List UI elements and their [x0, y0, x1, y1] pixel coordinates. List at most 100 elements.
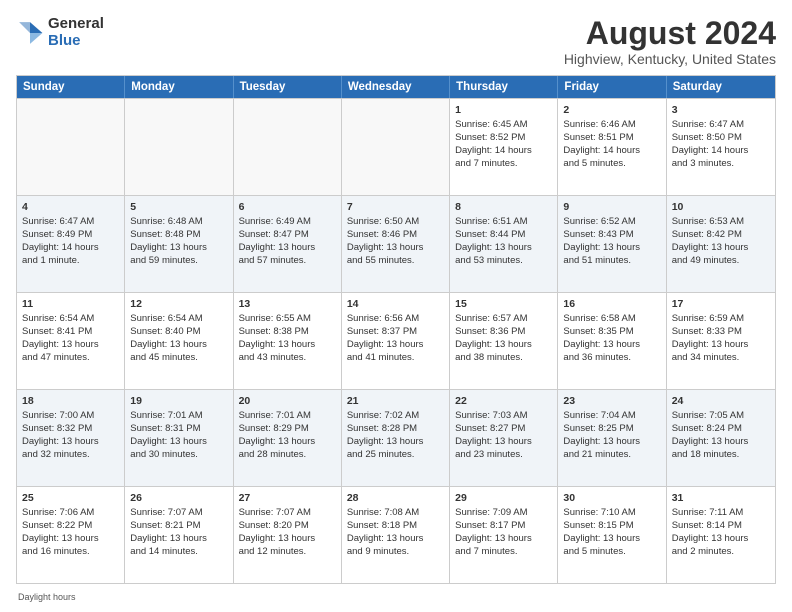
day-number: 23	[563, 394, 660, 408]
day-info-line: Sunrise: 7:09 AM	[455, 507, 552, 520]
day-number: 17	[672, 297, 770, 311]
day-info-line: Sunset: 8:25 PM	[563, 423, 660, 436]
calendar-cell	[125, 99, 233, 195]
day-number: 29	[455, 491, 552, 505]
calendar-cell: 25 Sunrise: 7:06 AMSunset: 8:22 PMDayligh…	[17, 487, 125, 583]
day-info-line: Sunrise: 7:07 AM	[239, 507, 336, 520]
day-info-line: Daylight: 13 hours	[672, 242, 770, 255]
day-info-line: and 59 minutes.	[130, 255, 227, 268]
day-info-line: and 1 minute.	[22, 255, 119, 268]
day-info-line: Sunrise: 6:49 AM	[239, 216, 336, 229]
day-info-line: Sunset: 8:47 PM	[239, 229, 336, 242]
day-info-line: Daylight: 13 hours	[347, 339, 444, 352]
calendar-cell: 12Sunrise: 6:54 AMSunset: 8:40 PMDayligh…	[125, 293, 233, 389]
day-info-line: Daylight: 13 hours	[22, 533, 119, 546]
day-info-line: and 7 minutes.	[455, 158, 552, 171]
day-info-line: Sunrise: 6:58 AM	[563, 313, 660, 326]
day-info-line: Sunset: 8:22 PM	[22, 520, 119, 533]
day-info-line: Sunset: 8:32 PM	[22, 423, 119, 436]
day-info-line: Sunset: 8:27 PM	[455, 423, 552, 436]
day-info-line: Sunrise: 6:45 AM	[455, 119, 552, 132]
day-number: 31	[672, 491, 770, 505]
day-info-line: Sunset: 8:52 PM	[455, 132, 552, 145]
calendar-cell: 8Sunrise: 6:51 AMSunset: 8:44 PMDaylight…	[450, 196, 558, 292]
day-info-line: and 9 minutes.	[347, 546, 444, 559]
calendar-cell: 11Sunrise: 6:54 AMSunset: 8:41 PMDayligh…	[17, 293, 125, 389]
day-info-line: Sunrise: 7:03 AM	[455, 410, 552, 423]
day-info-line: Sunrise: 6:54 AM	[22, 313, 119, 326]
day-info-line: Daylight: 13 hours	[239, 339, 336, 352]
day-info-line: and 3 minutes.	[672, 158, 770, 171]
day-info-line: and 5 minutes.	[563, 546, 660, 559]
calendar-cell: 4Sunrise: 6:47 AMSunset: 8:49 PMDaylight…	[17, 196, 125, 292]
day-info-line: and 28 minutes.	[239, 449, 336, 462]
day-info-line: Daylight: 13 hours	[455, 436, 552, 449]
calendar-header-cell: Saturday	[667, 76, 775, 98]
day-info-line: and 55 minutes.	[347, 255, 444, 268]
day-info-line: Sunrise: 6:57 AM	[455, 313, 552, 326]
day-info-line: Sunset: 8:20 PM	[239, 520, 336, 533]
calendar-cell: 26Sunrise: 7:07 AMSunset: 8:21 PMDayligh…	[125, 487, 233, 583]
day-info-line: Daylight: 13 hours	[239, 242, 336, 255]
calendar-cell: 1 Sunrise: 6:45 AMSunset: 8:52 PMDaylight…	[450, 99, 558, 195]
day-info-line: and 5 minutes.	[563, 158, 660, 171]
day-info-line: Sunset: 8:43 PM	[563, 229, 660, 242]
calendar-cell: 23 Sunrise: 7:04 AMSunset: 8:25 PMDayligh…	[558, 390, 666, 486]
day-number: 15	[455, 297, 552, 311]
calendar-cell: 5Sunrise: 6:48 AMSunset: 8:48 PMDaylight…	[125, 196, 233, 292]
day-info-line: Sunrise: 7:05 AM	[672, 410, 770, 423]
day-info-line: Daylight: 13 hours	[563, 436, 660, 449]
day-info-line: Sunset: 8:24 PM	[672, 423, 770, 436]
day-info-line: Daylight: 13 hours	[239, 533, 336, 546]
day-info-line: Sunset: 8:51 PM	[563, 132, 660, 145]
day-info-line: Sunrise: 7:04 AM	[563, 410, 660, 423]
calendar-cell: 22Sunrise: 7:03 AMSunset: 8:27 PMDayligh…	[450, 390, 558, 486]
day-number: 1	[455, 103, 552, 117]
logo: General Blue	[16, 16, 104, 49]
day-info-line: Daylight: 13 hours	[672, 533, 770, 546]
day-info-line: Sunset: 8:21 PM	[130, 520, 227, 533]
day-info-line: and 43 minutes.	[239, 352, 336, 365]
day-info-line: Daylight: 13 hours	[130, 242, 227, 255]
day-info-line: Daylight: 13 hours	[563, 339, 660, 352]
main-title: August 2024	[564, 16, 776, 51]
logo-text: General Blue	[48, 16, 104, 49]
day-info-line: Sunset: 8:28 PM	[347, 423, 444, 436]
day-info-line: and 16 minutes.	[22, 546, 119, 559]
day-info-line: Sunrise: 7:06 AM	[22, 507, 119, 520]
day-info-line: and 34 minutes.	[672, 352, 770, 365]
day-number: 27	[239, 491, 336, 505]
day-info-line: Daylight: 13 hours	[130, 533, 227, 546]
day-info-line: Sunrise: 6:47 AM	[672, 119, 770, 132]
day-info-line: Sunrise: 7:01 AM	[239, 410, 336, 423]
day-number: 19	[130, 394, 227, 408]
calendar-row: 11 Sunrise: 6:54 AMSunset: 8:41 PM Dayligh…	[17, 292, 775, 389]
calendar-cell: 19Sunrise: 7:01 AMSunset: 8:31 PMDayligh…	[125, 390, 233, 486]
day-number: 11	[22, 297, 119, 311]
day-info-line: and 18 minutes.	[672, 449, 770, 462]
day-info-line: Daylight: 13 hours	[455, 339, 552, 352]
day-number: 6	[239, 200, 336, 214]
day-number: 30	[563, 491, 660, 505]
day-number: 4	[22, 200, 119, 214]
day-info-line: Sunrise: 6:53 AM	[672, 216, 770, 229]
day-number: 24	[672, 394, 770, 408]
calendar-header-cell: Monday	[125, 76, 233, 98]
header: General Blue August 2024 Highview, Kentu…	[16, 16, 776, 67]
day-info-line: Daylight: 13 hours	[347, 242, 444, 255]
day-info-line: Daylight: 13 hours	[130, 339, 227, 352]
day-info-line: and 36 minutes.	[563, 352, 660, 365]
day-info-line: Sunset: 8:35 PM	[563, 326, 660, 339]
calendar-cell: 13Sunrise: 6:55 AMSunset: 8:38 PMDayligh…	[234, 293, 342, 389]
calendar-cell: 7Sunrise: 6:50 AMSunset: 8:46 PMDaylight…	[342, 196, 450, 292]
day-info-line: Sunrise: 6:47 AM	[22, 216, 119, 229]
day-info-line: Sunset: 8:41 PM	[22, 326, 119, 339]
day-number: 14	[347, 297, 444, 311]
day-number: 25	[22, 491, 119, 505]
day-info-line: Sunset: 8:46 PM	[347, 229, 444, 242]
day-info-line: Sunrise: 6:59 AM	[672, 313, 770, 326]
day-info-line: Daylight: 13 hours	[455, 533, 552, 546]
calendar-row: 1 Sunrise: 6:45 AMSunset: 8:52 PMDaylight…	[17, 98, 775, 195]
day-info-line: Sunset: 8:15 PM	[563, 520, 660, 533]
day-info-line: Daylight: 14 hours	[455, 145, 552, 158]
